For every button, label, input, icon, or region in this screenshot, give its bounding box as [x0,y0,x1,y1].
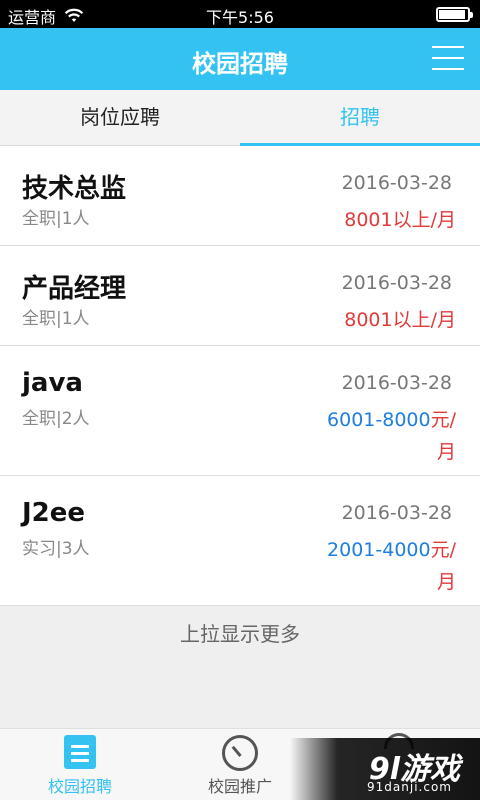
job-salary: 6001-8000元/ 月 [327,404,456,468]
watermark: 9l游戏 91danji.com [290,738,480,800]
salary-unit: 月 [436,571,456,593]
salary-unit: 元/ [430,409,456,431]
job-list: 技术总监 全职|1人 2016-03-28 8001以上/月 产品经理 全职|1… [0,146,480,606]
tabbar-label: 校园招聘 [47,777,112,796]
job-salary: 8001以上/月 [344,209,456,231]
status-bar: 运营商 下午5:56 [0,0,480,28]
job-title: J2ee [22,498,86,528]
salary-range: 2001-4000 [327,539,431,561]
tab-recruitment[interactable]: 招聘 [240,90,480,146]
job-salary: 8001以上/月 [344,309,456,331]
job-date: 2016-03-28 [341,272,452,294]
status-time: 下午5:56 [206,8,274,27]
table-row[interactable]: 技术总监 全职|1人 2016-03-28 8001以上/月 [0,146,480,246]
job-date: 2016-03-28 [341,172,452,194]
hamburger-menu-icon[interactable] [432,46,464,70]
battery-icon [436,7,473,22]
job-meta: 全职|1人 [22,209,90,229]
salary-range: 6001-8000 [327,409,431,431]
table-row[interactable]: 产品经理 全职|1人 2016-03-28 8001以上/月 [0,246,480,346]
job-date: 2016-03-28 [341,372,452,394]
compass-icon [222,735,258,771]
table-row[interactable]: java 全职|2人 2016-03-28 6001-8000元/ 月 [0,346,480,476]
salary-unit: 月 [436,441,456,463]
job-title: 技术总监 [22,174,127,204]
load-more-hint: 上拉显示更多 [180,622,300,646]
salary-unit: 元/ [430,539,456,561]
table-row[interactable]: J2ee 实习|3人 2016-03-28 2001-4000元/ 月 [0,476,480,606]
job-meta: 全职|2人 [22,409,90,429]
tab-job-applications[interactable]: 岗位应聘 [0,90,240,145]
nav-bar: 校园招聘 [0,28,480,90]
tabbar-item-campus-recruitment[interactable]: 校园招聘 [0,729,160,800]
job-meta: 全职|1人 [22,309,90,329]
job-date: 2016-03-28 [341,502,452,524]
top-tabs: 岗位应聘 招聘 [0,90,480,146]
job-salary: 2001-4000元/ 月 [327,534,456,598]
document-icon [64,735,96,769]
job-title: java [22,368,83,398]
job-meta: 实习|3人 [22,539,90,559]
job-title: 产品经理 [22,274,127,304]
watermark-url: 91danji.com [367,780,452,794]
page-title: 校园招聘 [192,50,288,78]
